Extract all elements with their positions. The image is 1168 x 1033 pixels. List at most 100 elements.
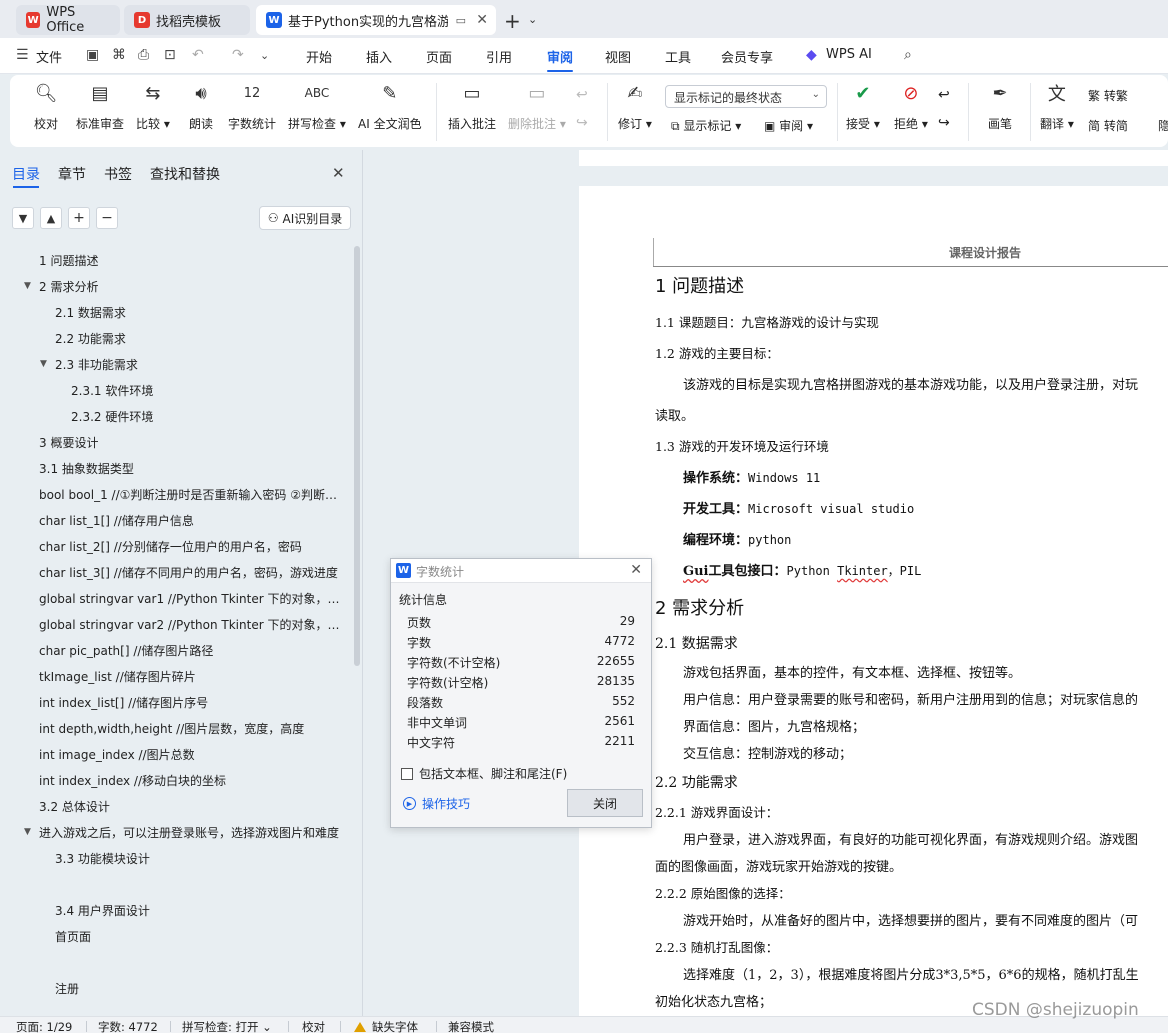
toc-item[interactable]: 2.2 功能需求 — [55, 330, 126, 347]
print-icon[interactable]: ⎙ — [138, 47, 149, 63]
search-icon[interactable]: ⌕ — [904, 47, 912, 63]
toc-item[interactable]: 进入游戏之后，可以注册登录账号，选择游戏图片和难度 — [39, 824, 343, 841]
tab-template[interactable]: D 找稻壳模板 — [124, 5, 250, 35]
close-icon[interactable]: ✕ — [476, 12, 488, 28]
toc-item[interactable]: char list_1[] //储存用户信息 — [39, 512, 347, 529]
tab-document[interactable]: W 基于Python实现的九宫格游戏 ▭ ✕ — [256, 5, 496, 35]
to-traditional-button[interactable]: 繁 转繁 — [1088, 87, 1128, 104]
toc-item[interactable]: 2.3 非功能需求 — [55, 356, 138, 373]
toc-item[interactable]: int depth,width,height //图片层数，宽度，高度 — [39, 720, 347, 737]
undo-icon[interactable]: ↶ — [192, 47, 204, 63]
chevron-down-icon[interactable]: ⌄ — [260, 49, 269, 62]
toc-item[interactable]: 2 需求分析 — [39, 278, 98, 295]
close-icon[interactable]: ✕ — [332, 164, 345, 182]
menu-insert[interactable]: 插入 — [366, 47, 392, 66]
expanded-arrow-icon[interactable]: ▼ — [24, 281, 31, 291]
checkbox-box[interactable] — [401, 767, 413, 780]
delete-comment-button[interactable]: ▭ 删除批注 ▾ — [508, 79, 566, 132]
toc-item[interactable]: char pic_path[] //储存图片路径 — [39, 642, 347, 659]
toc-item[interactable]: global stringvar var2 //Python Tkinter 下… — [39, 616, 345, 633]
expanded-arrow-icon[interactable]: ▼ — [40, 359, 47, 369]
close-icon[interactable]: ✕ — [630, 562, 642, 578]
menu-member[interactable]: 会员专享 — [721, 47, 773, 66]
markup-state-select[interactable]: 显示标记的最终状态 ⌄ — [665, 85, 827, 108]
toc-item[interactable]: 2.1 数据需求 — [55, 304, 126, 321]
accept-button[interactable]: ✔ 接受 ▾ — [846, 79, 880, 132]
status-proofread[interactable]: 校对 — [302, 1019, 325, 1033]
insert-comment-button[interactable]: ▭ 插入批注 — [448, 79, 496, 132]
menu-file[interactable]: 文件 — [36, 47, 62, 66]
menu-review[interactable]: 审阅 — [547, 47, 573, 66]
toc-item[interactable]: 2.3.2 硬件环境 — [71, 408, 153, 425]
toc-item[interactable]: 2.3.1 软件环境 — [71, 382, 153, 399]
toc-item[interactable]: char list_3[] //储存不同用户的用户名，密码，游戏进度 — [39, 564, 339, 581]
toc-item[interactable]: bool bool_1 //①判断注册时是否重新输入密码 ②判断用户是否存在 — [39, 486, 347, 503]
menu-view[interactable]: 视图 — [605, 47, 631, 66]
prev-change-icon[interactable]: ↩ — [938, 87, 950, 103]
nav-tab-sections[interactable]: 章节 — [58, 164, 86, 184]
toc-item[interactable]: 3.3 功能模块设计 — [55, 850, 150, 867]
pen-button[interactable]: ✒ 画笔 — [986, 79, 1014, 132]
status-missing-font[interactable]: 缺失字体 — [354, 1019, 418, 1033]
close-button[interactable]: 关闭 — [567, 789, 643, 817]
prev-comment-icon[interactable]: ↩ — [576, 87, 588, 103]
menu-page[interactable]: 页面 — [426, 47, 452, 66]
ribbon-trailing-label[interactable]: 隐 — [1158, 117, 1168, 134]
menu-home[interactable]: 开始 — [306, 47, 332, 66]
reject-button[interactable]: ⊘ 拒绝 ▾ — [894, 79, 928, 132]
remove-heading-button[interactable]: − — [96, 207, 118, 229]
menu-reference[interactable]: 引用 — [486, 47, 512, 66]
compare-button[interactable]: ⇆ 比较 ▾ — [136, 79, 170, 132]
toc-item[interactable]: 3.1 抽象数据类型 — [39, 460, 134, 477]
menu-tools[interactable]: 工具 — [665, 47, 691, 66]
standard-review-button[interactable]: ▤ 标准审查 — [76, 79, 124, 132]
toc-item[interactable]: int index_index //移动白块的坐标 — [39, 772, 347, 789]
review-pane-button[interactable]: ▣ 审阅 ▾ — [764, 117, 813, 134]
translate-button[interactable]: 文 翻译 ▾ — [1040, 79, 1074, 132]
menu-wps-ai[interactable]: WPS AI — [826, 47, 872, 62]
nav-tab-toc[interactable]: 目录 — [12, 164, 40, 184]
show-markup-button[interactable]: ⧉ 显示标记 ▾ — [671, 117, 741, 134]
toc-item[interactable]: 首页面 — [55, 928, 91, 945]
track-changes-button[interactable]: ✍ 修订 ▾ — [618, 79, 652, 132]
proofread-button[interactable]: 🔍︎ 校对 — [32, 79, 60, 132]
toc-item[interactable]: 3.4 用户界面设计 — [55, 902, 150, 919]
tips-link[interactable]: ▶ 操作技巧 — [403, 795, 470, 812]
status-words[interactable]: 字数: 4772 — [98, 1019, 158, 1033]
hamburger-icon[interactable]: ☰ — [16, 47, 29, 63]
toc-item[interactable]: tkImage_list //储存图片碎片 — [39, 668, 347, 685]
ai-polish-button[interactable]: ✎ AI 全文润色 — [358, 79, 422, 132]
toc-item[interactable]: 3 概要设计 — [39, 434, 98, 451]
new-tab-icon[interactable]: + — [504, 9, 521, 33]
nav-tab-find-replace[interactable]: 查找和替换 — [150, 164, 220, 184]
include-textbox-checkbox[interactable]: 包括文本框、脚注和尾注(F) — [401, 765, 567, 782]
toc-item[interactable]: char list_2[] //分别储存一位用户的用户名，密码 — [39, 538, 347, 555]
toc-item[interactable]: int index_list[] //储存图片序号 — [39, 694, 347, 711]
toc-item[interactable]: 1 问题描述 — [39, 252, 98, 269]
chevron-down-icon[interactable]: ⌄ — [528, 13, 537, 26]
status-page[interactable]: 页面: 1/29 — [16, 1019, 72, 1033]
next-comment-icon[interactable]: ↪ — [576, 115, 588, 131]
read-aloud-button[interactable]: 🔊︎ 朗读 — [187, 79, 215, 132]
ai-toc-button[interactable]: ⚇ AI识别目录 — [259, 206, 351, 230]
toc-item[interactable]: 3.2 总体设计 — [39, 798, 110, 815]
dialog-title-bar[interactable]: W 字数统计 ✕ — [391, 559, 651, 583]
word-count-button[interactable]: 12 字数统计 — [228, 79, 276, 132]
monitor-icon[interactable]: ▭ — [456, 14, 466, 27]
print-preview-icon[interactable]: ⊡ — [164, 47, 176, 63]
nav-scrollbar[interactable] — [354, 246, 360, 666]
spell-check-button[interactable]: ABC 拼写检查 ▾ — [288, 79, 346, 132]
nav-tab-bookmarks[interactable]: 书签 — [104, 164, 132, 184]
toc-item[interactable]: 注册 — [55, 980, 79, 997]
tab-wps-office[interactable]: W WPS Office — [16, 5, 120, 35]
toc-item[interactable]: int image_index //图片总数 — [39, 746, 347, 763]
expand-down-button[interactable]: ▼ — [12, 207, 34, 229]
share-icon[interactable]: ⌘ — [112, 47, 126, 63]
expanded-arrow-icon[interactable]: ▼ — [24, 827, 31, 837]
next-change-icon[interactable]: ↪ — [938, 115, 950, 131]
redo-icon[interactable]: ↷ — [232, 47, 244, 63]
add-heading-button[interactable]: + — [68, 207, 90, 229]
status-spell-check[interactable]: 拼写检查: 打开 ⌄ — [182, 1019, 272, 1033]
save-icon[interactable]: ▣ — [86, 47, 99, 63]
to-simplified-button[interactable]: 简 转简 — [1088, 117, 1128, 134]
